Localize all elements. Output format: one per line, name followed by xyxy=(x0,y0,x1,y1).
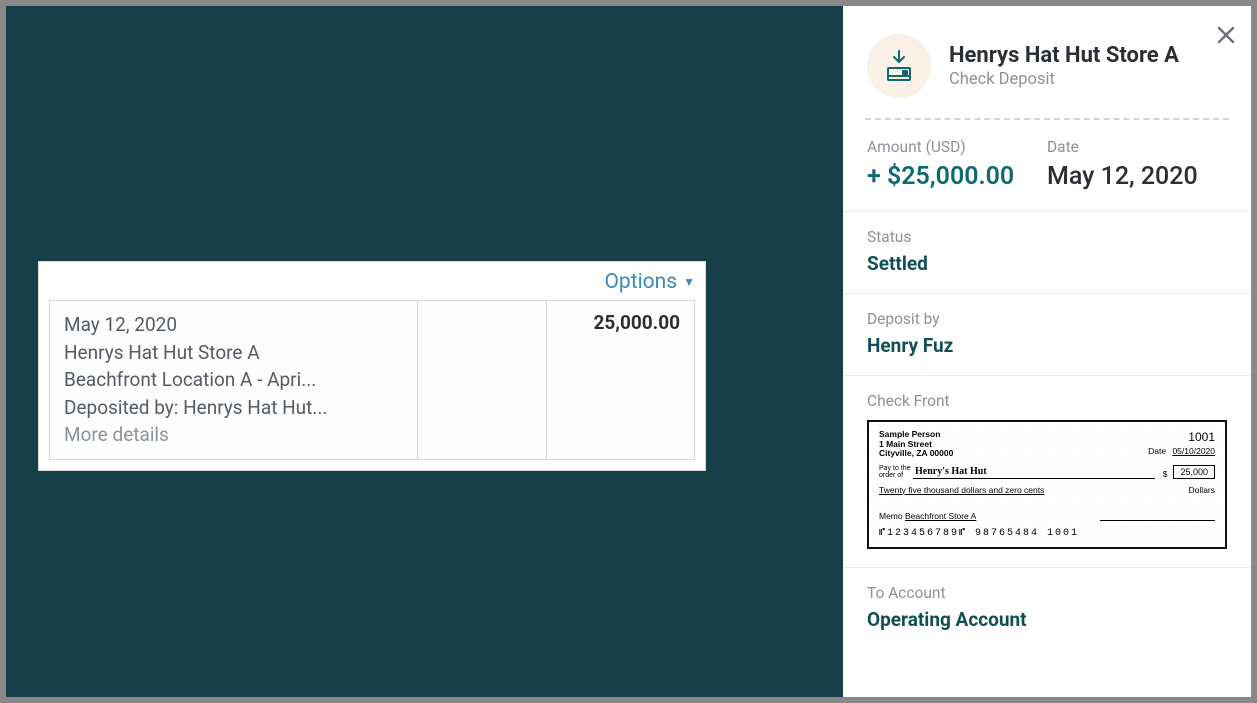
dollars-label: Dollars xyxy=(1189,485,1215,495)
transaction-date: May 12, 2020 xyxy=(64,311,403,339)
deposit-icon-wrap xyxy=(867,34,931,98)
to-account-label: To Account xyxy=(867,584,1227,602)
transaction-location: Beachfront Location A - Apri... xyxy=(64,366,403,394)
status-section: Status Settled xyxy=(843,212,1251,294)
close-icon xyxy=(1217,26,1235,44)
date-label: Date xyxy=(1047,138,1227,156)
deposit-by-value: Henry Fuz xyxy=(867,334,1227,357)
close-button[interactable] xyxy=(1217,26,1235,49)
transaction-middle-cell xyxy=(417,301,546,460)
panel-subtitle: Check Deposit xyxy=(949,70,1179,89)
panel-title: Henrys Hat Hut Store A xyxy=(949,43,1179,68)
check-deposit-icon xyxy=(881,48,917,84)
options-label: Options xyxy=(604,270,677,294)
check-date: 05/10/2020 xyxy=(1172,446,1215,456)
transaction-info-cell: May 12, 2020 Henrys Hat Hut Store A Beac… xyxy=(50,301,418,460)
amount-value: + $25,000.00 xyxy=(867,162,1047,191)
app-frame: Options ▼ May 12, 2020 Henrys Hat Hut St… xyxy=(0,0,1257,703)
deposit-by-label: Deposit by xyxy=(867,310,1227,328)
status-label: Status xyxy=(867,228,1227,246)
check-date-label: Date xyxy=(1148,446,1166,456)
check-front-label: Check Front xyxy=(867,392,1227,410)
panel-header: Henrys Hat Hut Store A Check Deposit xyxy=(843,6,1251,118)
check-image[interactable]: Sample Person 1 Main Street Cityville, Z… xyxy=(867,420,1227,549)
more-details-link[interactable]: More details xyxy=(64,421,403,449)
check-memo: Beachfront Store A xyxy=(905,511,976,521)
transaction-merchant: Henrys Hat Hut Store A xyxy=(64,339,403,367)
check-payto-label: Pay to theorder of xyxy=(879,465,913,479)
check-number: 1001 xyxy=(1148,430,1215,444)
check-from-addr2: Cityville, ZA 00000 xyxy=(879,449,953,459)
check-signature-line xyxy=(1100,520,1215,521)
table-row[interactable]: May 12, 2020 Henrys Hat Hut Store A Beac… xyxy=(50,301,695,460)
status-value: Settled xyxy=(867,252,1227,275)
to-account-section: To Account Operating Account xyxy=(843,568,1251,649)
caret-down-icon: ▼ xyxy=(683,275,695,289)
options-dropdown[interactable]: Options ▼ xyxy=(49,268,695,300)
deposit-by-section: Deposit by Henry Fuz xyxy=(843,294,1251,376)
date-value: May 12, 2020 xyxy=(1047,162,1227,191)
check-front-section: Check Front Sample Person 1 Main Street … xyxy=(843,376,1251,568)
check-amount-box: 25,000 xyxy=(1173,465,1215,479)
main-canvas: Options ▼ May 12, 2020 Henrys Hat Hut St… xyxy=(6,6,843,697)
check-amount-words: Twenty five thousand dollars and zero ce… xyxy=(879,485,1179,495)
to-account-value: Operating Account xyxy=(867,608,1227,631)
transaction-amount-cell: 25,000.00 xyxy=(546,301,694,460)
transaction-table: May 12, 2020 Henrys Hat Hut Store A Beac… xyxy=(49,300,695,460)
detail-panel: Henrys Hat Hut Store A Check Deposit Amo… xyxy=(843,6,1251,697)
dollar-sign: $ xyxy=(1163,469,1168,479)
check-payto: Henry's Hat Hut xyxy=(913,466,1155,479)
amount-date-row: Amount (USD) + $25,000.00 Date May 12, 2… xyxy=(843,120,1251,212)
amount-label: Amount (USD) xyxy=(867,138,1047,156)
check-micr: ⑈123456789⑈ 98765484 1001 xyxy=(879,527,1215,539)
transaction-card: Options ▼ May 12, 2020 Henrys Hat Hut St… xyxy=(38,261,706,471)
transaction-deposited-by: Deposited by: Henrys Hat Hut... xyxy=(64,394,403,422)
check-memo-label: Memo xyxy=(879,511,903,521)
